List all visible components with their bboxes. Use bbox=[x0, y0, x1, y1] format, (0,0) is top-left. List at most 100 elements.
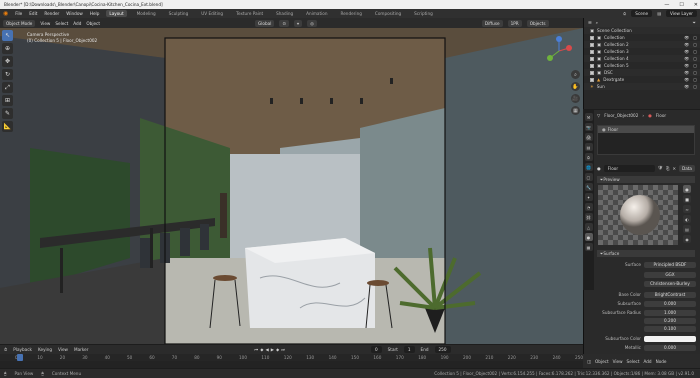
render-icon[interactable]: ▢ bbox=[693, 84, 697, 89]
zoom-icon[interactable]: ⌕ bbox=[571, 70, 580, 79]
view-layer-tab-icon[interactable]: ▤ bbox=[584, 143, 593, 151]
eye-icon[interactable]: 👁 bbox=[684, 42, 689, 47]
shading-option-button[interactable]: 1PR bbox=[507, 19, 522, 27]
particles-tab-icon[interactable]: ✦ bbox=[584, 193, 593, 201]
outliner-row[interactable]: ▲ Dextrgate 👁 ▢ bbox=[584, 76, 700, 83]
minimize-button[interactable]: — bbox=[664, 2, 669, 8]
node-menu-add[interactable]: Add bbox=[643, 359, 651, 364]
viewport-menu-view[interactable]: View bbox=[40, 21, 50, 26]
menu-help[interactable]: Help bbox=[90, 11, 100, 16]
menu-render[interactable]: Render bbox=[44, 11, 59, 16]
cursor-icon[interactable]: ⊕ bbox=[2, 43, 13, 54]
copy-icon[interactable]: ⎘ bbox=[666, 166, 669, 171]
node-menu-node[interactable]: Node bbox=[656, 359, 667, 364]
viewport-3d[interactable] bbox=[0, 28, 583, 344]
menu-file[interactable]: File bbox=[15, 11, 22, 16]
subsurface-radius-z-field[interactable]: 0.100 bbox=[644, 325, 696, 332]
unlink-icon[interactable]: ✕ bbox=[672, 166, 676, 171]
timeline-menu-keying[interactable]: Keying bbox=[38, 347, 52, 352]
render-icon[interactable]: ▢ bbox=[693, 49, 697, 54]
material-slot-row[interactable]: ● Floor bbox=[598, 126, 694, 133]
eye-icon[interactable]: 👁 bbox=[684, 56, 689, 61]
surface-shader-dropdown[interactable]: Principled BSDF bbox=[644, 261, 696, 268]
outliner-row[interactable]: ▣ Collection 2 👁 ▢ bbox=[584, 41, 700, 48]
shading-diffuse-button[interactable]: Diffuse bbox=[481, 19, 503, 27]
play-icon[interactable]: ▶ bbox=[271, 347, 274, 352]
constraints-tab-icon[interactable]: ⛓ bbox=[584, 213, 593, 221]
base-color-field[interactable]: BrightContrast bbox=[644, 291, 696, 298]
outliner-row[interactable]: ▣ DSC 👁 ▢ bbox=[584, 69, 700, 76]
timeline-menu-playback[interactable]: Playback bbox=[13, 347, 32, 352]
outliner-row[interactable]: ▣ Scene Collection bbox=[584, 27, 700, 34]
outliner-row[interactable]: ▣ Collection 👁 ▢ bbox=[584, 34, 700, 41]
eye-icon[interactable]: 👁 bbox=[684, 70, 689, 75]
link-data-button[interactable]: Data bbox=[679, 164, 695, 172]
node-menu-view[interactable]: View bbox=[613, 359, 623, 364]
mode-dropdown[interactable]: Object Mode bbox=[3, 19, 36, 27]
tab-animation[interactable]: Animation bbox=[303, 10, 330, 17]
end-frame-field[interactable]: 250 bbox=[434, 346, 451, 353]
scale-icon[interactable]: ⤢ bbox=[2, 82, 13, 93]
include-checkbox[interactable] bbox=[590, 42, 594, 47]
render-tab-icon[interactable]: 📷 bbox=[584, 123, 593, 131]
subsurface-method-dropdown[interactable]: Christensen-Burley bbox=[644, 280, 696, 287]
texture-tab-icon[interactable]: ▦ bbox=[584, 243, 593, 251]
filter-icon[interactable]: ⏷ bbox=[693, 20, 696, 25]
outliner-type-icon[interactable]: ☰ bbox=[588, 20, 592, 25]
material-slot-list[interactable]: ● Floor bbox=[597, 125, 695, 155]
node-menu-object[interactable]: Object bbox=[595, 359, 609, 364]
orientation-dropdown[interactable]: Global bbox=[255, 19, 275, 27]
render-icon[interactable]: ▢ bbox=[693, 56, 697, 61]
tab-texture-paint[interactable]: Texture Paint bbox=[233, 10, 266, 17]
eye-icon[interactable]: 👁 bbox=[684, 84, 689, 89]
view-layer-selector[interactable]: View Layer bbox=[666, 10, 697, 17]
render-icon[interactable]: ▢ bbox=[693, 35, 697, 40]
timeline-menu-view[interactable]: View bbox=[58, 347, 68, 352]
physics-tab-icon[interactable]: ◔ bbox=[584, 203, 593, 211]
snap-icon[interactable]: ⌖ bbox=[293, 19, 303, 27]
move-icon[interactable]: ✥ bbox=[2, 56, 13, 67]
menu-window[interactable]: Window bbox=[66, 11, 83, 16]
preview-cloth-icon[interactable]: ▤ bbox=[683, 225, 691, 233]
preview-cube-icon[interactable]: ■ bbox=[683, 195, 691, 203]
material-name-field[interactable]: Floor bbox=[603, 164, 655, 172]
surface-panel-header[interactable]: ⏷ Surface bbox=[597, 250, 695, 257]
data-tab-icon[interactable]: △ bbox=[584, 223, 593, 231]
material-browse-icon[interactable]: ● bbox=[597, 166, 601, 171]
tab-modeling[interactable]: Modeling bbox=[134, 10, 159, 17]
tool-tab-icon[interactable]: ⚒ bbox=[584, 113, 593, 121]
metallic-field[interactable]: 0.000 bbox=[644, 344, 696, 351]
current-frame-field[interactable]: 0 bbox=[370, 346, 382, 353]
play-reverse-icon[interactable]: ◀ bbox=[265, 347, 268, 352]
tab-scripting[interactable]: Scripting bbox=[411, 10, 436, 17]
preview-panel-header[interactable]: ⏷ Preview bbox=[597, 176, 695, 183]
jump-start-icon[interactable]: ⏮ bbox=[254, 347, 258, 352]
tab-sculpting[interactable]: Sculpting bbox=[166, 10, 192, 17]
preview-fluid-icon[interactable]: ◉ bbox=[683, 235, 691, 243]
subsurface-radius-y-field[interactable]: 0.200 bbox=[644, 317, 696, 324]
scene-tab-icon[interactable]: ⛭ bbox=[584, 153, 593, 161]
subsurface-radius-x-field[interactable]: 1.000 bbox=[644, 309, 696, 316]
navigation-gizmo[interactable] bbox=[544, 36, 574, 66]
world-tab-icon[interactable]: 🌐 bbox=[584, 163, 593, 171]
tab-uv-editing[interactable]: UV Editing bbox=[198, 10, 226, 17]
object-tab-icon[interactable]: ▢ bbox=[584, 173, 593, 181]
tab-rendering[interactable]: Rendering bbox=[338, 10, 365, 17]
scene-selector[interactable]: Scene bbox=[631, 10, 653, 17]
include-checkbox[interactable] bbox=[590, 77, 594, 82]
fake-user-icon[interactable]: 🛡 bbox=[658, 165, 663, 171]
maximize-button[interactable]: ☐ bbox=[679, 2, 683, 8]
material-tab-icon[interactable]: ● bbox=[584, 233, 593, 241]
tab-layout[interactable]: Layout bbox=[106, 10, 127, 17]
timeline-menu-marker[interactable]: Marker bbox=[74, 347, 88, 352]
camera-icon[interactable]: 🎥 bbox=[571, 94, 580, 103]
outliner-search-icon[interactable]: ⌕ bbox=[596, 20, 598, 25]
render-icon[interactable]: ▢ bbox=[693, 77, 697, 82]
outliner-row[interactable]: ☀ Sun 👁 ▢ bbox=[584, 83, 700, 90]
timeline-type-icon[interactable]: ⏱ bbox=[4, 347, 7, 352]
pan-icon[interactable]: ✋ bbox=[571, 82, 580, 91]
start-frame-field[interactable]: 1 bbox=[403, 346, 415, 353]
include-checkbox[interactable] bbox=[590, 35, 594, 40]
viewport-menu-add[interactable]: Add bbox=[73, 21, 81, 26]
annotate-icon[interactable]: ✎ bbox=[2, 108, 13, 119]
